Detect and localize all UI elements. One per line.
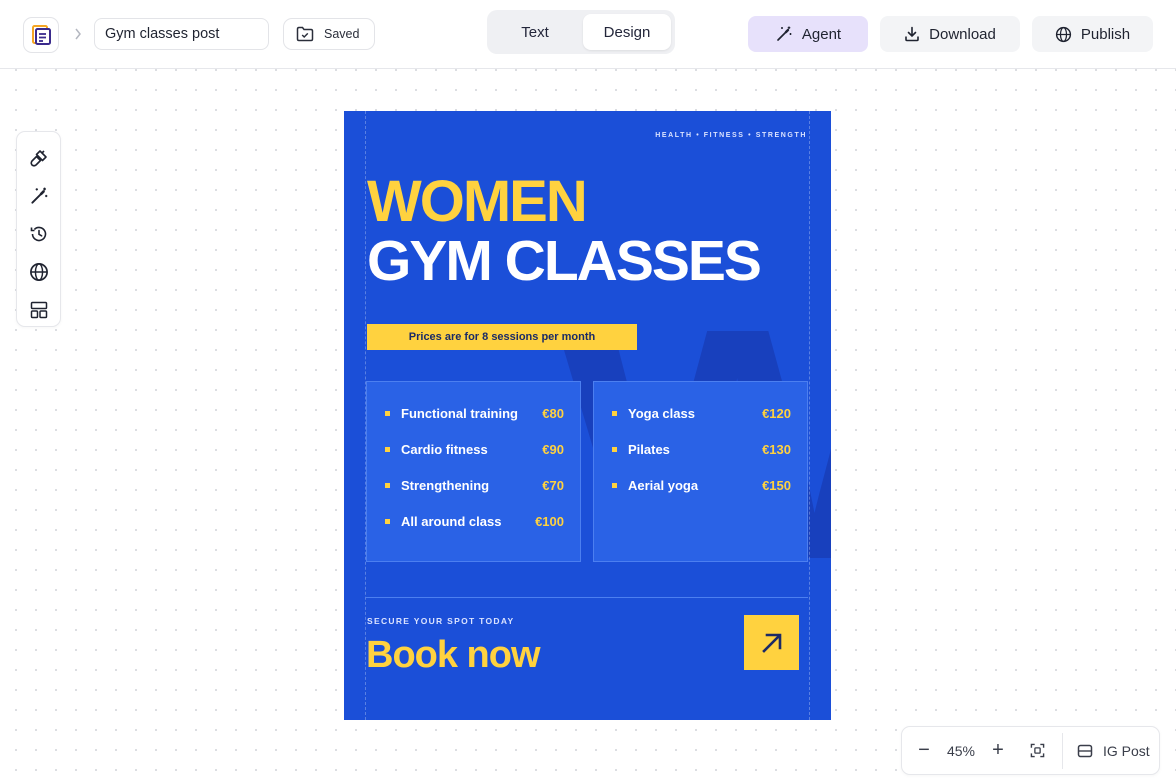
- saved-label: Saved: [324, 27, 360, 41]
- zoom-out-button[interactable]: −: [902, 733, 946, 769]
- list-item: Strengthening €70: [385, 475, 564, 495]
- class-price: €130: [762, 441, 791, 457]
- fit-screen-icon: [1030, 743, 1044, 758]
- poster-title-line2[interactable]: GYM CLASSES: [367, 233, 762, 290]
- download-icon: [905, 26, 919, 42]
- agent-button[interactable]: Agent: [748, 16, 868, 52]
- left-toolbar: [16, 131, 61, 327]
- class-price: €150: [762, 477, 791, 493]
- cta-kicker[interactable]: SECURE YOUR SPOT TODAY: [367, 616, 514, 626]
- bullet-icon: [612, 410, 617, 416]
- class-price: €100: [535, 513, 564, 529]
- saved-status[interactable]: Saved: [283, 18, 375, 50]
- list-item: Aerial yoga €150: [612, 475, 791, 495]
- fit-screen-button[interactable]: [1020, 733, 1054, 769]
- arrow-up-right-icon: [761, 633, 781, 653]
- poster-title-line1[interactable]: WOMEN: [367, 173, 588, 231]
- list-item: Pilates €130: [612, 439, 791, 459]
- app-logo-icon: [32, 25, 51, 45]
- magic-tool-button[interactable]: [23, 180, 55, 212]
- class-price: €90: [542, 441, 564, 457]
- download-button[interactable]: Download: [880, 16, 1020, 52]
- project-name-input[interactable]: [94, 18, 269, 50]
- guide-line-right: [809, 111, 810, 720]
- agent-label: Agent: [801, 25, 842, 43]
- publish-label: Publish: [1080, 25, 1131, 43]
- brush-icon: [29, 150, 47, 167]
- format-label: IG Post: [1103, 742, 1150, 759]
- poster-divider: [366, 597, 808, 598]
- class-name: Aerial yoga: [628, 477, 699, 493]
- zoom-in-button[interactable]: +: [976, 733, 1020, 769]
- bullet-icon: [385, 482, 390, 488]
- app-logo-button[interactable]: [23, 17, 59, 53]
- class-card-right[interactable]: Yoga class €120 Pilates €130 Aerial yoga…: [593, 381, 808, 562]
- class-name: Cardio fitness: [401, 441, 488, 457]
- globe-icon: [1055, 26, 1071, 42]
- language-tool-button[interactable]: [23, 256, 55, 288]
- zoom-bar-divider: [1062, 732, 1063, 769]
- class-name: Strengthening: [401, 477, 490, 493]
- list-item: Yoga class €120: [612, 403, 791, 423]
- layout-icon: [30, 301, 47, 319]
- history-tool-button[interactable]: [23, 218, 55, 250]
- magic-wand-icon: [30, 187, 47, 204]
- history-icon: [30, 226, 46, 242]
- cta-title[interactable]: Book now: [366, 636, 541, 674]
- bullet-icon: [385, 518, 390, 524]
- magic-wand-icon: [777, 26, 792, 41]
- format-selector[interactable]: IG Post: [1069, 733, 1158, 769]
- tab-text[interactable]: Text: [491, 14, 579, 50]
- bullet-icon: [612, 446, 617, 452]
- layout-tool-button[interactable]: [23, 294, 55, 326]
- class-name: Yoga class: [628, 405, 695, 421]
- bullet-icon: [612, 482, 617, 488]
- class-name: Pilates: [628, 441, 670, 457]
- zoom-level: 45%: [946, 742, 976, 759]
- poster-tagline[interactable]: HEALTH • FITNESS • STRENGTH: [655, 132, 807, 139]
- download-label: Download: [929, 25, 996, 43]
- poster-canvas[interactable]: W HEALTH • FITNESS • STRENGTH WOMEN GYM …: [344, 111, 831, 720]
- class-price: €80: [542, 405, 564, 421]
- class-price: €120: [762, 405, 791, 421]
- cta-arrow-box[interactable]: [744, 615, 799, 670]
- class-card-left[interactable]: Functional training €80 Cardio fitness €…: [366, 381, 581, 562]
- globe-icon: [29, 263, 48, 281]
- bullet-icon: [385, 446, 390, 452]
- list-item: Cardio fitness €90: [385, 439, 564, 459]
- top-bar: Saved Text Design Agent Download Publish: [0, 0, 1176, 69]
- bullet-icon: [385, 410, 390, 416]
- price-note-banner[interactable]: Prices are for 8 sessions per month: [367, 324, 637, 350]
- format-icon: [1077, 744, 1093, 757]
- class-price: €70: [542, 477, 564, 493]
- brush-tool-button[interactable]: [23, 142, 55, 174]
- tab-design[interactable]: Design: [583, 14, 671, 50]
- chevron-right-icon: [71, 24, 85, 44]
- zoom-bar: − 45% + IG Post: [901, 726, 1160, 775]
- folder-check-icon: [296, 26, 314, 42]
- class-name: All around class: [401, 513, 502, 529]
- list-item: All around class €100: [385, 511, 564, 531]
- list-item: Functional training €80: [385, 403, 564, 423]
- class-name: Functional training: [401, 405, 518, 421]
- publish-button[interactable]: Publish: [1032, 16, 1153, 52]
- mode-switch: Text Design: [487, 10, 675, 54]
